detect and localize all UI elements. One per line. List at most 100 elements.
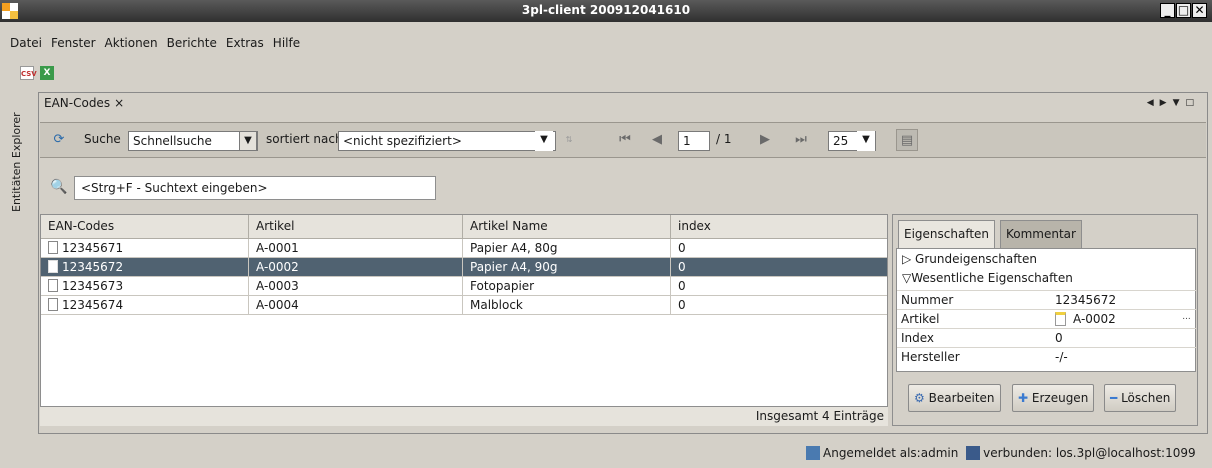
column-header-artikel[interactable]: Artikel bbox=[249, 215, 463, 239]
property-row-index: Index 0 bbox=[897, 328, 1196, 347]
column-header-index[interactable]: index bbox=[671, 215, 887, 239]
tab-ean-codes[interactable]: EAN-Codes × bbox=[44, 96, 124, 116]
tab-eigenschaften[interactable]: Eigenschaften bbox=[898, 220, 996, 248]
close-icon[interactable]: ✕ bbox=[1192, 3, 1207, 18]
refresh-icon[interactable]: ⟳ bbox=[48, 129, 70, 151]
cell-index: 0 bbox=[678, 241, 686, 255]
create-button[interactable]: ✚ Erzeugen bbox=[1012, 384, 1095, 412]
property-row-artikel: Artikel A-0002 ... bbox=[897, 309, 1196, 328]
menu-berichte[interactable]: Berichte bbox=[167, 36, 217, 50]
property-value[interactable]: A-0002 bbox=[1073, 312, 1116, 326]
section-grundeigenschaften[interactable]: ▷ Grundeigenschaften bbox=[902, 252, 1037, 266]
cell-ean-value: 12345672 bbox=[62, 260, 124, 274]
document-icon bbox=[48, 241, 58, 254]
cell-ean: 12345672 bbox=[41, 258, 249, 277]
tab-maximize-icon[interactable]: □ bbox=[1185, 98, 1200, 108]
cell-artikel-name: Fotopapier bbox=[463, 277, 671, 296]
user-icon bbox=[806, 446, 820, 460]
chevron-down-icon[interactable]: ▼ bbox=[857, 131, 875, 151]
menu-fenster[interactable]: Fenster bbox=[51, 36, 96, 50]
property-value[interactable]: -/- bbox=[1055, 350, 1068, 364]
search-input[interactable]: <Strg+F - Suchtext eingeben> bbox=[74, 176, 436, 200]
property-value[interactable]: 12345672 bbox=[1055, 293, 1116, 307]
first-page-icon[interactable]: ⏮ bbox=[614, 129, 636, 151]
menu-extras[interactable]: Extras bbox=[226, 36, 264, 50]
page-size-select[interactable]: 25 ▼ bbox=[828, 131, 876, 151]
csv-export-icon[interactable]: CSV bbox=[20, 66, 37, 80]
maximize-icon[interactable]: □ bbox=[1176, 3, 1191, 18]
search-icon: 🔍 bbox=[50, 179, 68, 195]
chevron-down-icon: ▽ bbox=[902, 271, 912, 285]
tab-next-icon[interactable]: ▶ bbox=[1160, 98, 1173, 108]
prev-page-icon[interactable]: ◀ bbox=[646, 129, 668, 151]
document-icon bbox=[48, 298, 58, 311]
table-row[interactable]: 12345673 A-0003 Fotopapier 0 bbox=[41, 277, 887, 296]
menu-datei[interactable]: Datei bbox=[10, 36, 42, 50]
cell-ean: 12345673 bbox=[41, 277, 249, 296]
property-row-hersteller: Hersteller -/- bbox=[897, 347, 1196, 366]
delete-button[interactable]: ━ Löschen bbox=[1104, 384, 1177, 412]
tab-label: EAN-Codes bbox=[44, 96, 111, 110]
cell-ean-value: 12345671 bbox=[62, 241, 124, 255]
tab-list-icon[interactable]: ▼ bbox=[1173, 98, 1186, 108]
page-total: / 1 bbox=[716, 132, 732, 146]
sort-label: sortiert nach bbox=[266, 132, 343, 146]
search-toolbar: ⟳ Suche Schnellsuche ▼ sortiert nach <ni… bbox=[40, 122, 1206, 158]
document-icon bbox=[48, 279, 58, 292]
last-page-icon[interactable]: ⏭ bbox=[790, 129, 812, 151]
menu-hilfe[interactable]: Hilfe bbox=[273, 36, 300, 50]
table-row-selected[interactable]: 12345672 A-0002 Papier A4, 90g 0 bbox=[41, 258, 887, 277]
cell-artikel: A-0004 bbox=[249, 296, 463, 315]
property-row-nummer: Nummer 12345672 bbox=[897, 290, 1196, 309]
network-icon bbox=[966, 446, 981, 460]
table-row[interactable]: 12345674 A-0004 Malblock 0 bbox=[41, 296, 887, 315]
plus-icon: ✚ bbox=[1018, 391, 1029, 405]
cell-artikel: A-0002 bbox=[249, 258, 463, 277]
chevron-down-icon[interactable]: ▼ bbox=[535, 131, 553, 151]
table-row[interactable]: 12345671 A-0001 Papier A4, 80g 0 bbox=[41, 239, 887, 258]
cell-ean-value: 12345674 bbox=[62, 298, 124, 312]
view-toggle-icon[interactable]: ▤ bbox=[896, 129, 918, 151]
cell-artikel-name: Malblock bbox=[463, 296, 671, 315]
search-mode-select[interactable]: Schnellsuche ▼ bbox=[128, 131, 258, 151]
cell-artikel: A-0001 bbox=[249, 239, 463, 258]
next-page-icon[interactable]: ▶ bbox=[754, 129, 776, 151]
browse-button[interactable]: ... bbox=[1180, 313, 1193, 326]
status-connection: verbunden: los.3pl@localhost:1099 bbox=[983, 446, 1196, 460]
chevron-down-icon[interactable]: ▼ bbox=[239, 131, 257, 151]
page-input[interactable]: 1 bbox=[678, 131, 710, 151]
gear-icon: ⚙ bbox=[914, 391, 925, 405]
edit-button[interactable]: ⚙ Bearbeiten bbox=[908, 384, 1001, 412]
cell-artikel-name: Papier A4, 80g bbox=[463, 239, 671, 258]
document-icon bbox=[1055, 312, 1066, 326]
cell-artikel-name: Papier A4, 90g bbox=[463, 258, 671, 277]
sort-select[interactable]: <nicht spezifiziert> ▼ bbox=[338, 131, 556, 151]
menu-bar: Datei Fenster Aktionen Berichte Extras Hilfe bbox=[10, 36, 309, 54]
property-value[interactable]: 0 bbox=[1055, 331, 1063, 345]
tab-close-icon[interactable]: × bbox=[114, 96, 124, 110]
title-bar[interactable]: 3pl-client 200912041610 _ □ ✕ bbox=[0, 0, 1212, 22]
menu-aktionen[interactable]: Aktionen bbox=[105, 36, 158, 50]
tab-prev-icon[interactable]: ◀ bbox=[1147, 98, 1160, 108]
cell-ean: 12345671 bbox=[41, 239, 249, 258]
status-user: Angemeldet als:admin bbox=[823, 446, 959, 460]
tab-navigation[interactable]: ◀▶▼□ bbox=[1147, 98, 1200, 108]
property-key: Artikel bbox=[901, 312, 940, 326]
entities-explorer-tab[interactable]: Entitäten Explorer bbox=[10, 92, 30, 212]
tab-kommentar[interactable]: Kommentar bbox=[1000, 220, 1082, 248]
sort-value: <nicht spezifiziert> bbox=[343, 134, 462, 148]
excel-export-icon[interactable]: X bbox=[40, 66, 54, 80]
cell-index: 0 bbox=[678, 298, 686, 312]
section-wesentliche-eigenschaften[interactable]: ▽Wesentliche Eigenschaften bbox=[902, 271, 1073, 285]
sort-order-icon[interactable]: ⇅ bbox=[558, 129, 580, 151]
cell-index: 0 bbox=[678, 279, 686, 293]
minimize-icon[interactable]: _ bbox=[1160, 3, 1175, 18]
column-header-ean[interactable]: EAN-Codes bbox=[41, 215, 249, 239]
chevron-right-icon: ▷ bbox=[902, 252, 916, 266]
cell-artikel: A-0003 bbox=[249, 277, 463, 296]
page-size-value: 25 bbox=[833, 134, 849, 148]
property-key: Hersteller bbox=[901, 350, 960, 364]
property-key: Index bbox=[901, 331, 935, 345]
edit-button-label: Bearbeiten bbox=[928, 391, 995, 405]
column-header-artikel-name[interactable]: Artikel Name bbox=[463, 215, 671, 239]
